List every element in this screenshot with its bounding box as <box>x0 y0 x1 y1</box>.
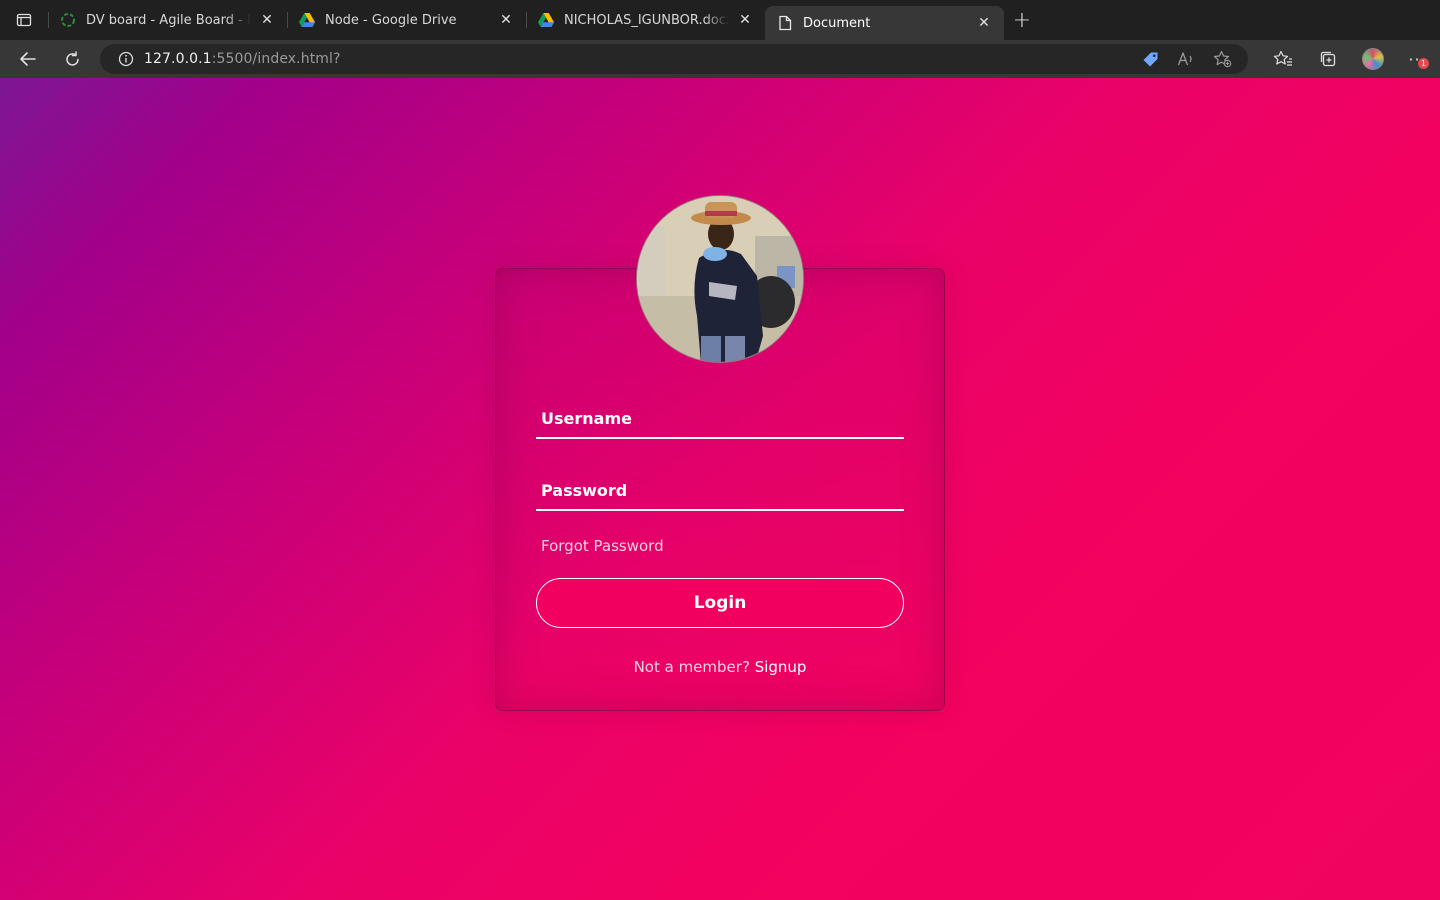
notification-badge: 1 <box>1418 58 1429 69</box>
signup-prompt: Not a member? <box>633 658 750 676</box>
plus-icon: + <box>1012 7 1032 33</box>
browser-toolbar: 127.0.0.1:5500/index.html? ··· 1 <box>0 40 1440 78</box>
collections-button[interactable] <box>1305 40 1350 78</box>
add-favorite-icon[interactable] <box>1204 44 1240 74</box>
site-info-icon[interactable] <box>108 51 144 67</box>
address-bar-actions <box>1132 44 1240 74</box>
toolbar-right: ··· 1 <box>1260 40 1440 78</box>
profile-photo <box>636 195 804 363</box>
read-aloud-icon[interactable] <box>1168 44 1204 74</box>
google-drive-icon <box>299 12 315 28</box>
refresh-icon <box>65 50 79 66</box>
tab-node-drive[interactable]: Node - Google Drive ✕ <box>287 0 526 40</box>
url-host: 127.0.0.1 <box>144 51 212 67</box>
back-arrow-icon <box>20 52 36 66</box>
tab-separator <box>526 12 527 28</box>
tab-close-icon[interactable]: ✕ <box>498 12 514 28</box>
login-button[interactable]: Login <box>536 578 904 628</box>
tab-title: Node - Google Drive <box>325 12 457 28</box>
signup-link[interactable]: Signup <box>755 658 807 676</box>
document-icon <box>777 15 793 31</box>
signup-row: Not a member? Signup <box>536 658 904 676</box>
back-button[interactable] <box>6 40 50 78</box>
username-field <box>536 399 904 439</box>
profile-button[interactable] <box>1350 40 1395 78</box>
favorites-button[interactable] <box>1260 40 1305 78</box>
agile-board-favicon-icon <box>60 12 76 28</box>
new-tab-button[interactable]: + <box>1004 0 1040 40</box>
url-path: :5500/index.html? <box>211 51 341 67</box>
tab-title: Document <box>803 15 871 31</box>
collections-icon <box>1320 51 1335 67</box>
url-text: 127.0.0.1:5500/index.html? <box>144 51 341 67</box>
tab-actions-button[interactable] <box>0 0 48 40</box>
password-input[interactable] <box>536 471 904 509</box>
tab-title: DV board - Agile Board - Decagon <box>86 12 251 28</box>
forgot-password-link[interactable]: Forgot Password <box>541 537 664 555</box>
profile-illustration <box>637 196 803 362</box>
google-drive-icon <box>538 12 554 28</box>
shopping-tag-icon[interactable] <box>1132 44 1168 74</box>
tab-close-icon[interactable]: ✕ <box>259 12 275 28</box>
address-bar[interactable]: 127.0.0.1:5500/index.html? <box>100 44 1248 74</box>
tab-docx-drive[interactable]: NICHOLAS_IGUNBOR.docx - Google Drive ✕ <box>526 0 765 40</box>
tab-document[interactable]: Document ✕ <box>765 6 1004 40</box>
tab-close-icon[interactable]: ✕ <box>976 15 992 31</box>
password-field <box>536 471 904 511</box>
tab-separator <box>287 12 288 28</box>
username-input[interactable] <box>536 399 904 437</box>
tab-strip: DV board - Agile Board - Decagon ✕ Node … <box>0 0 1440 40</box>
settings-more-button[interactable]: ··· 1 <box>1395 40 1440 78</box>
tab-title: NICHOLAS_IGUNBOR.docx - Google Drive <box>564 12 729 28</box>
tab-separator <box>48 12 49 28</box>
tab-actions-icon <box>16 13 32 27</box>
refresh-button[interactable] <box>50 40 94 78</box>
favorites-icon <box>1273 50 1292 66</box>
avatar <box>1361 48 1384 70</box>
tab-close-icon[interactable]: ✕ <box>737 12 753 28</box>
tab-dv-board[interactable]: DV board - Agile Board - Decagon ✕ <box>48 0 287 40</box>
page-viewport: Forgot Password Login Not a member? Sign… <box>0 78 1440 900</box>
